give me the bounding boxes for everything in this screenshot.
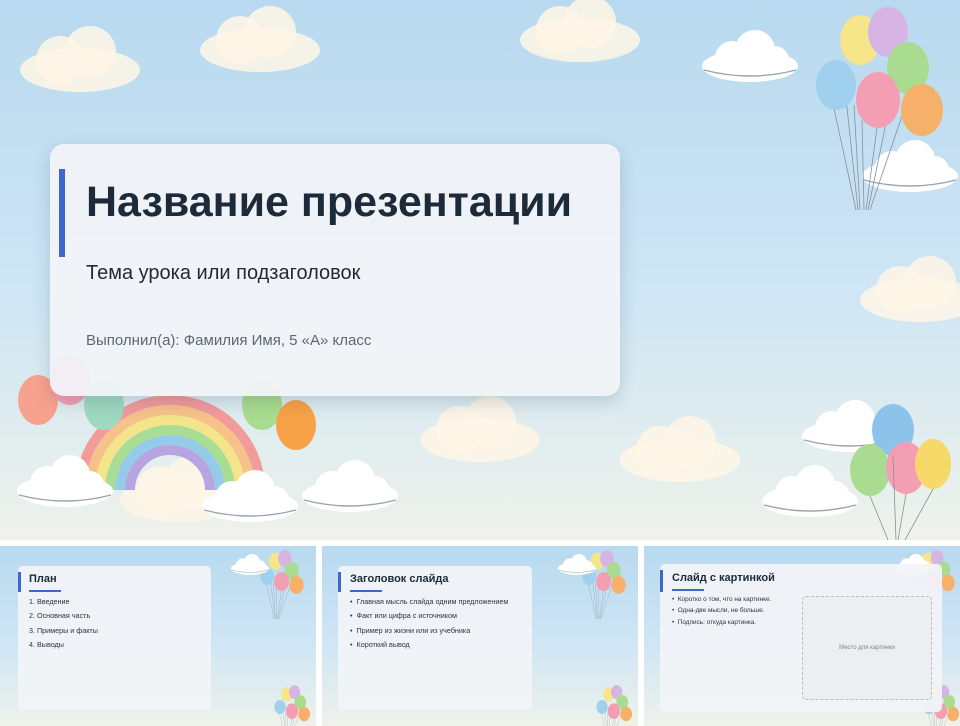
slide-thumbnail-3[interactable]: Слайд с картинкой • Коротко о том, что н…: [644, 546, 960, 726]
thumb-1-list: 1. Введение 2. Основная часть 3. Примеры…: [29, 595, 98, 653]
thumb-1-accent-bar: [18, 572, 21, 592]
thumb-3-title: Слайд с картинкой: [672, 572, 775, 584]
title-accent-bar: [59, 169, 65, 257]
thumb-2-item: • Факт или цифра с источником: [350, 611, 457, 621]
thumb-2-item: • Пример из жизни или из учебника: [350, 625, 471, 635]
thumb-3-item: • Одна-две мысли, не больше.: [672, 607, 765, 615]
thumb-3-item: • Подпись: откуда картинка.: [672, 618, 757, 626]
thumb-2-item: • Короткий вывод: [350, 640, 410, 650]
thumb-1-item: 4. Выводы: [29, 640, 64, 650]
thumb-2-list: • Главная мысль слайда одним предложение…: [350, 595, 508, 653]
slide-thumbnail-1[interactable]: План 1. Введение 2. Основная часть 3. Пр…: [0, 546, 316, 726]
image-placeholder[interactable]: Место для картинки: [802, 596, 932, 700]
thumb-1-title-underline: [29, 590, 61, 592]
thumb-1-item: 2. Основная часть: [29, 611, 91, 621]
thumb-2-item: • Главная мысль слайда одним предложение…: [350, 597, 509, 606]
thumb-3-accent-bar: [660, 570, 663, 592]
thumb-1-item: 3. Примеры и факты: [29, 625, 98, 635]
slide-thumbnail-2[interactable]: Заголовок слайда • Главная мысль слайда …: [322, 546, 638, 726]
presentation-title[interactable]: Название презентации: [86, 178, 572, 227]
thumb-3-title-underline: [672, 589, 704, 591]
thumb-2-title-underline: [350, 590, 382, 592]
thumb-3-list: • Коротко о том, что на картинке. • Одна…: [672, 594, 771, 628]
thumb-2-title: Заголовок слайда: [350, 573, 449, 585]
thumb-2-accent-bar: [338, 572, 341, 592]
presentation-subtitle[interactable]: Тема урока или подзаголовок: [86, 262, 360, 285]
slides-screen: { "main_slide": { "title": "Название пре…: [0, 0, 960, 726]
presentation-author[interactable]: Выполнил(а): Фамилия Имя, 5 «А» класс: [86, 332, 371, 349]
thumb-1-item: 1. Введение: [29, 597, 70, 606]
thumb-1-title: План: [29, 573, 57, 585]
thumb-3-item: • Коротко о том, что на картинке.: [672, 596, 772, 603]
